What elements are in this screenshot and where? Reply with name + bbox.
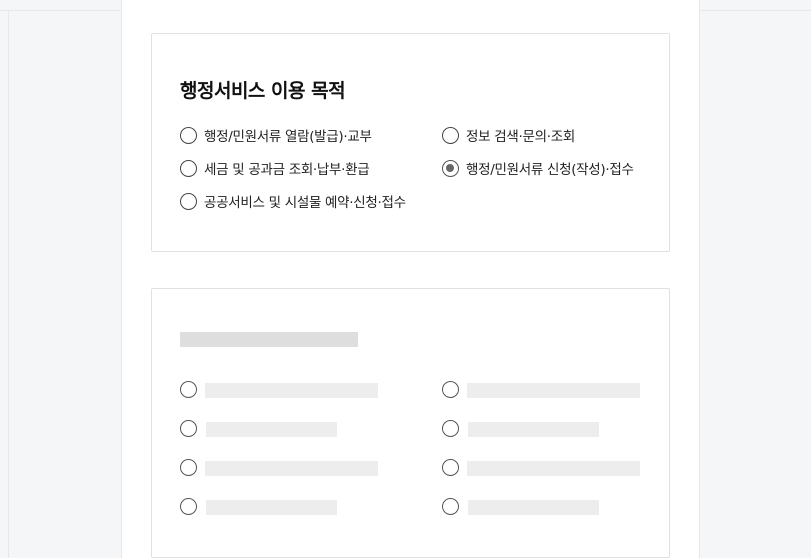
option-label: 공공서비스 및 시설물 예약·신청·접수 xyxy=(204,195,406,211)
radio-icon[interactable] xyxy=(180,126,197,144)
skeleton-radio xyxy=(442,420,459,437)
skeleton-radio xyxy=(442,459,459,476)
option-info-search-inquiry[interactable]: 정보 검색·문의·조회 xyxy=(442,125,575,145)
skeleton-option-bar xyxy=(206,422,337,437)
skeleton-option-bar xyxy=(467,461,640,476)
option-label: 행정/민원서류 열람(발급)·교부 xyxy=(204,129,372,145)
left-divider xyxy=(8,10,9,558)
skeleton-option-bar xyxy=(205,383,378,398)
skeleton-radio xyxy=(180,459,197,476)
skeleton-radio xyxy=(442,381,459,398)
skeleton-option-bar xyxy=(467,383,640,398)
option-tax-payment[interactable]: 세금 및 공과금 조회·납부·환급 xyxy=(180,158,370,178)
skeleton-radio xyxy=(180,498,197,515)
skeleton-option-bar xyxy=(468,500,599,515)
option-document-application[interactable]: 행정/민원서류 신청(작성)·접수 xyxy=(442,158,634,178)
option-label: 정보 검색·문의·조회 xyxy=(466,129,575,145)
radio-icon[interactable] xyxy=(180,192,197,210)
skeleton-radio xyxy=(180,381,197,398)
radio-checked-icon[interactable] xyxy=(442,159,459,177)
skeleton-option-bar xyxy=(468,422,599,437)
option-public-service-reservation[interactable]: 공공서비스 및 시설물 예약·신청·접수 xyxy=(180,191,406,211)
question-title: 행정서비스 이용 목적 xyxy=(180,80,346,102)
skeleton-radio xyxy=(180,420,197,437)
option-document-view-issue[interactable]: 행정/민원서류 열람(발급)·교부 xyxy=(180,125,372,145)
radio-icon[interactable] xyxy=(180,159,197,177)
skeleton-option-bar xyxy=(206,500,337,515)
skeleton-title xyxy=(180,332,358,347)
skeleton-radio xyxy=(442,498,459,515)
option-label: 세금 및 공과금 조회·납부·환급 xyxy=(204,162,370,178)
radio-icon[interactable] xyxy=(442,126,459,144)
skeleton-option-bar xyxy=(205,461,378,476)
option-label: 행정/민원서류 신청(작성)·접수 xyxy=(466,162,634,178)
